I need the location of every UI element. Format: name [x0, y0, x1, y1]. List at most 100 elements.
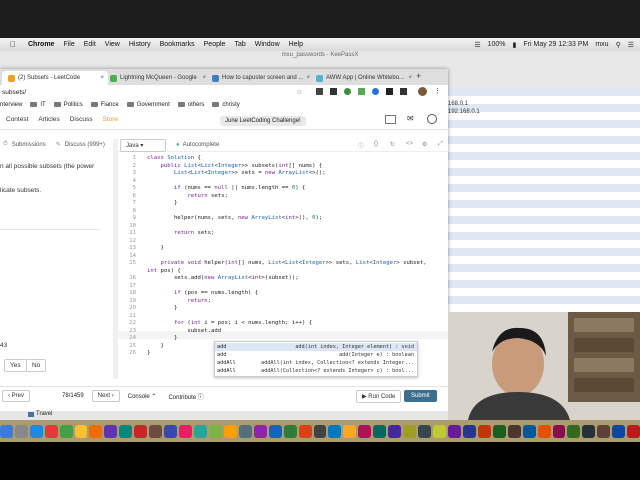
dock-app-icon[interactable]	[567, 424, 581, 438]
extension-icon[interactable]	[400, 88, 407, 95]
dock-app-icon[interactable]	[433, 424, 446, 438]
code-line[interactable]: private void helper(int[] nums, List<Lis…	[147, 260, 426, 266]
dock-app-icon[interactable]	[0, 424, 13, 438]
battery-percent[interactable]: 100%	[488, 41, 506, 48]
autocomplete-item[interactable]: add add(int index, Integer element) : voi…	[215, 343, 417, 351]
tab-lightning[interactable]: Lightning McQueen - Google ×	[104, 71, 210, 85]
list-icon[interactable]: ☰	[628, 41, 634, 49]
bookmark-folder[interactable]: others	[177, 102, 204, 108]
dock-app-icon[interactable]	[104, 424, 118, 438]
menu-edit[interactable]: Edit	[84, 41, 96, 48]
dock-app-icon[interactable]	[179, 424, 193, 438]
url-text[interactable]: subsets/	[2, 89, 26, 96]
dock-app-icon[interactable]	[59, 424, 73, 438]
battery-icon[interactable]: ▮	[513, 41, 517, 49]
dock-app-icon[interactable]	[552, 424, 566, 438]
challenge-banner[interactable]: June LeetCoding Challenge!	[220, 116, 306, 126]
dock-app-icon[interactable]	[134, 424, 148, 438]
close-icon[interactable]: ×	[408, 75, 412, 81]
dock-app-icon[interactable]	[208, 424, 222, 438]
extension-icon[interactable]	[358, 88, 365, 95]
menu-bookmarks[interactable]: Bookmarks	[160, 41, 195, 48]
bookmark-folder[interactable]: Fiance	[90, 102, 119, 108]
menu-clock[interactable]: Fri May 29 12:33 PM	[523, 41, 588, 48]
dock-app-icon[interactable]	[597, 424, 611, 438]
dock-app-icon[interactable]	[298, 424, 312, 438]
dock-app-icon[interactable]	[627, 424, 640, 438]
code-line[interactable]: for (int i = pos; i < nums.length; i++) …	[147, 320, 312, 326]
dock-app-icon[interactable]	[477, 424, 491, 438]
dock-app-icon[interactable]	[582, 424, 596, 438]
menu-history[interactable]: History	[129, 41, 151, 48]
extension-icon[interactable]	[330, 88, 337, 95]
dock-app-icon[interactable]	[29, 424, 43, 438]
dock-app-icon[interactable]	[164, 424, 178, 438]
no-button[interactable]: No	[26, 359, 47, 372]
tab-howto[interactable]: How to capuster screen and ... ×	[206, 71, 314, 85]
search-icon[interactable]: ⚲	[616, 41, 621, 49]
group-travel[interactable]: Travel	[36, 411, 52, 417]
dock-app-icon[interactable]	[343, 424, 357, 438]
menu-help[interactable]: Help	[289, 41, 303, 48]
menu-app-name[interactable]: Chrome	[28, 41, 54, 48]
star-icon[interactable]: ☆	[296, 88, 302, 96]
code-line[interactable]: int pos) {	[147, 268, 181, 274]
dock-app-icon[interactable]	[223, 424, 237, 438]
settings-icon[interactable]: ⚙	[422, 141, 427, 148]
dock-app-icon[interactable]	[447, 424, 461, 438]
extension-icon[interactable]	[344, 88, 351, 95]
code-line[interactable]: return sets;	[147, 230, 214, 236]
dock-app-icon[interactable]	[507, 424, 521, 438]
code-line[interactable]: sets.add(new ArrayList<int>(subset));	[147, 275, 299, 281]
next-button[interactable]: Next ›	[91, 390, 120, 402]
dock-app-icon[interactable]	[462, 424, 476, 438]
dock-app-icon[interactable]	[328, 424, 342, 438]
code-line[interactable]: }	[147, 343, 163, 349]
submit-button[interactable]: Submit	[404, 390, 437, 402]
autocomplete-item[interactable]: addAll addAll(int index, Collection<? ext…	[215, 359, 417, 367]
code-line[interactable]: }	[147, 305, 177, 311]
ip-entry[interactable]: 192.168.0.1	[448, 109, 480, 115]
code-line[interactable]: return;	[147, 298, 211, 304]
extension-icon[interactable]	[386, 88, 393, 95]
dock-app-icon[interactable]	[313, 424, 327, 438]
tab-subsets[interactable]: (2) Subsets - LeetCode ×	[2, 71, 108, 85]
nav-contest[interactable]: Contest	[6, 116, 28, 123]
dock-app-icon[interactable]	[14, 424, 28, 438]
dock-app-icon[interactable]	[89, 424, 103, 438]
menu-user[interactable]: mxu	[595, 41, 608, 48]
bookmark-folder[interactable]: christy	[212, 102, 240, 108]
code-line[interactable]: }	[147, 245, 163, 251]
code-line[interactable]: List<List<Integer>> sets = new ArrayList…	[147, 170, 326, 176]
dock-app-icon[interactable]	[44, 424, 58, 438]
dock-app-icon[interactable]	[537, 424, 551, 438]
bookmark-folder[interactable]: IT	[30, 102, 46, 108]
code-line[interactable]: return sets;	[147, 193, 227, 199]
dock-app-icon[interactable]	[492, 424, 506, 438]
dock-app-icon[interactable]	[522, 424, 536, 438]
code-line[interactable]: }	[147, 335, 177, 341]
dock-app-icon[interactable]	[373, 424, 387, 438]
autocomplete-toggle[interactable]: Autocomplete	[183, 142, 220, 148]
dock-app-icon[interactable]	[268, 424, 282, 438]
menu-tab[interactable]: Tab	[234, 41, 245, 48]
extension-icon[interactable]	[372, 88, 379, 95]
new-tab-button[interactable]: +	[416, 71, 421, 81]
code-line[interactable]: helper(nums, sets, new ArrayList<int>(),…	[147, 215, 322, 221]
code-line[interactable]: class Solution {	[147, 155, 201, 161]
dock-app-icon[interactable]	[194, 424, 207, 438]
language-select[interactable]: Java ▾	[120, 138, 166, 152]
bookmark-item[interactable]: nterview	[0, 102, 22, 108]
code-line[interactable]: if (nums == null || nums.length == 0) {	[147, 185, 305, 191]
code-line[interactable]: public List<List<Integer>> subsets(int[]…	[147, 163, 322, 169]
menu-file[interactable]: File	[63, 41, 74, 48]
prev-button[interactable]: ‹ Prev	[2, 390, 31, 402]
code-icon[interactable]: <>	[406, 141, 413, 147]
code-line[interactable]: if (pos == nums.length) {	[147, 290, 258, 296]
menu-people[interactable]: People	[204, 41, 226, 48]
address-bar[interactable]: subsets/ ☆ ⋮	[0, 85, 448, 100]
dock-app-icon[interactable]	[149, 424, 163, 438]
tab-aww[interactable]: AWW App | Online Whitebo... ×	[310, 71, 416, 85]
bell-icon[interactable]: ✉	[407, 114, 414, 123]
dock-app-icon[interactable]	[418, 424, 432, 438]
